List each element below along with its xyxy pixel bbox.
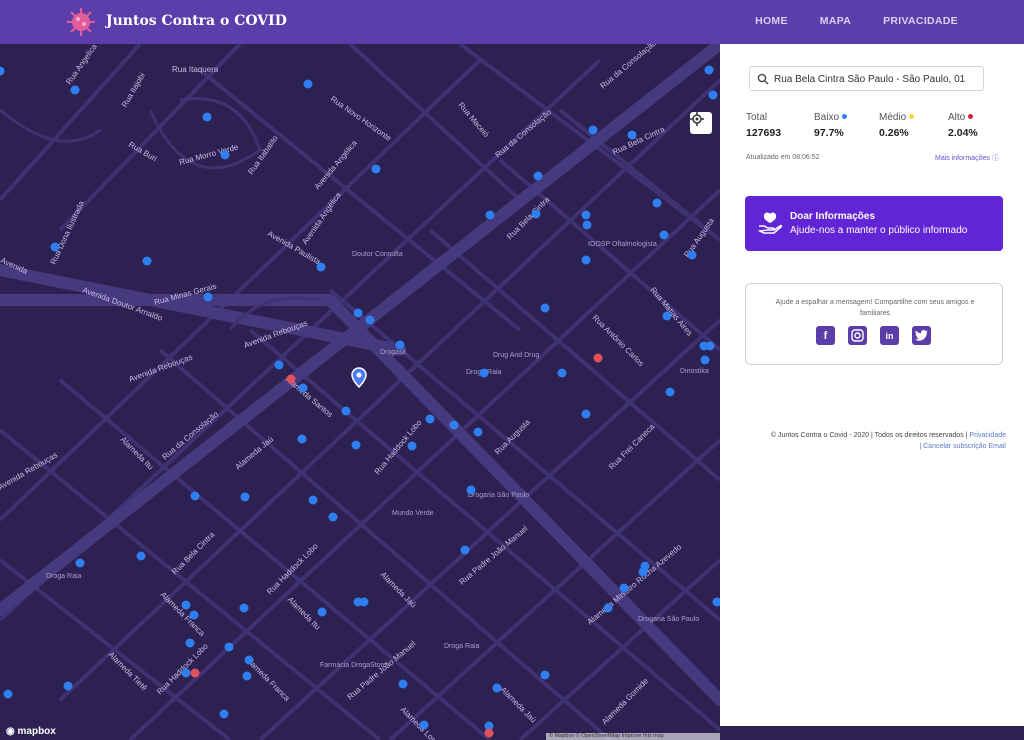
footer: © Juntos Contra o Covid - 2020 | Todos o…	[742, 430, 1006, 452]
donate-title: Doar Informações	[790, 211, 876, 222]
more-info-link[interactable]: Mais informações ⓘ	[935, 153, 999, 163]
twitter-icon[interactable]	[912, 326, 931, 345]
svg-text:Doutor Consulta: Doutor Consulta	[352, 251, 403, 258]
stat-medio-label: Médio	[879, 112, 907, 123]
stat-medio: Médio 0.26%	[879, 112, 915, 139]
stat-alto-value: 2.04%	[948, 127, 978, 139]
stat-baixo: Baixo 97.7%	[814, 112, 848, 139]
stat-total-value: 127693	[746, 127, 782, 139]
crosshair-icon	[690, 112, 704, 126]
stat-alto: Alto 2.04%	[948, 112, 978, 139]
svg-text:Drug And Drug: Drug And Drug	[493, 352, 539, 359]
footer-copyright: © Juntos Contra o Covid - 2020 | Todos o…	[770, 432, 968, 439]
svg-text:IOOSP Oftalmologista: IOOSP Oftalmologista	[588, 241, 657, 248]
linkedin-icon[interactable]: in	[880, 326, 899, 345]
svg-text:Drogasil: Drogasil	[380, 349, 406, 356]
share-text: Ajude a espalhar a mensagem! Compartilhe…	[775, 299, 975, 317]
svg-text:Droga Raia: Droga Raia	[444, 643, 480, 650]
svg-text:Drogaria São Paulo: Drogaria São Paulo	[638, 616, 699, 623]
high-dot-icon	[968, 114, 974, 119]
social-links: f in	[816, 326, 931, 345]
medium-dot-icon	[909, 114, 915, 119]
search-input[interactable]	[774, 71, 979, 87]
address-search[interactable]	[749, 66, 984, 91]
nav-privacidade[interactable]: PRIVACIDADE	[883, 15, 958, 27]
footer-privacy-link[interactable]: Privacidade	[969, 432, 1006, 439]
stat-baixo-value: 97.7%	[814, 127, 844, 139]
info-panel: Total 127693 Baixo 97.7% Médio 0.26% Alt…	[720, 44, 1024, 726]
map-canvas[interactable]: Rua Angelica Rua Itajobi Rua Itaquera Ru…	[0, 44, 720, 740]
footer-unsubscribe-link[interactable]: | Cancelar subscrição Email	[919, 443, 1006, 450]
svg-text:Rua Itaquera: Rua Itaquera	[172, 65, 219, 74]
stat-alto-label: Alto	[948, 112, 966, 123]
bottom-strip	[720, 726, 1024, 740]
virus-logo-icon[interactable]	[66, 7, 96, 37]
svg-text:Farmácia DrogaStore: Farmácia DrogaStore	[320, 662, 387, 669]
map-attribution[interactable]: © Mapbox © OpenStreetMap Improve this ma…	[546, 733, 720, 740]
nav-mapa[interactable]: MAPA	[820, 15, 851, 27]
main-nav: HOME MAPA PRIVACIDADE	[755, 15, 958, 27]
stat-total-label: Total	[746, 112, 768, 123]
low-dot-icon	[842, 114, 848, 119]
updated-time: Atualizado em 08:06:52	[746, 154, 820, 161]
top-navbar: Juntos Contra o COVID HOME MAPA PRIVACID…	[0, 0, 1024, 44]
donate-subtitle: Ajude-nos a manter o público informado	[790, 225, 968, 236]
donate-info-button[interactable]: Doar Informações Ajude-nos a manter o pú…	[745, 196, 1003, 251]
nav-home[interactable]: HOME	[755, 15, 788, 27]
svg-text:Mundo Verde: Mundo Verde	[392, 510, 434, 517]
helping-hand-heart-icon	[757, 212, 783, 234]
brand-title[interactable]: Juntos Contra o COVID	[106, 13, 287, 29]
geolocate-button[interactable]	[690, 112, 712, 134]
stat-medio-value: 0.26%	[879, 127, 909, 139]
mapbox-icon: ◉	[6, 726, 15, 737]
facebook-icon[interactable]: f	[816, 326, 835, 345]
svg-text:Droga Raia: Droga Raia	[46, 573, 82, 580]
mapbox-logo[interactable]: ◉ mapbox	[6, 726, 56, 737]
info-icon: ⓘ	[991, 155, 999, 162]
share-card: Ajude a espalhar a mensagem! Compartilhe…	[745, 283, 1003, 365]
stat-total: Total 127693	[746, 112, 781, 139]
search-icon	[757, 73, 769, 85]
instagram-icon[interactable]	[848, 326, 867, 345]
svg-text:Drogaria São Paulo: Drogaria São Paulo	[468, 492, 529, 499]
covid-map[interactable]: Rua Angelica Rua Itajobi Rua Itaquera Ru…	[0, 44, 720, 740]
stat-baixo-label: Baixo	[814, 112, 840, 123]
svg-text:Dinostika: Dinostika	[680, 368, 709, 375]
